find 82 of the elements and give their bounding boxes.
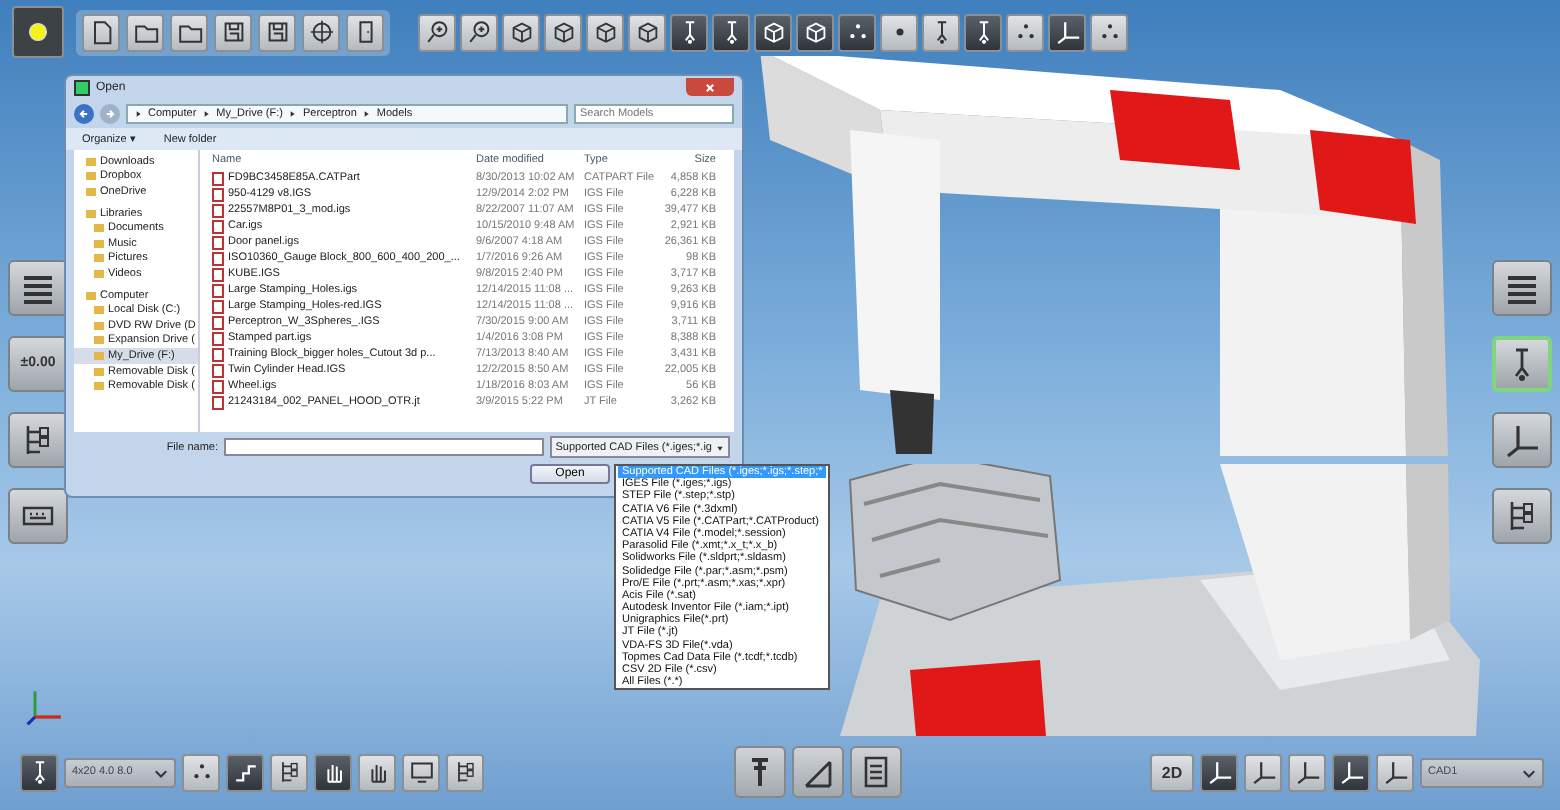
toolbar-button[interactable] [1200,753,1238,791]
side-button[interactable] [1492,487,1552,543]
toolbar-button[interactable] [170,13,208,51]
toolbar-button[interactable] [838,13,876,51]
toolbar-button[interactable] [1244,753,1282,791]
toolbar-button[interactable] [402,753,440,791]
forward-arrow-icon [102,105,118,121]
toolbar-button[interactable] [754,13,792,51]
target-icon [307,18,335,46]
toolbar-button[interactable] [258,13,296,51]
cube-icon [507,18,535,46]
axes-icon [1337,758,1365,786]
toolbar-button[interactable] [791,746,843,798]
toolbar-button[interactable] [964,13,1002,51]
toolbar-button[interactable] [670,13,708,51]
toolbar-button[interactable] [314,753,352,791]
toolbar-button[interactable] [302,13,340,51]
toolbar-button[interactable] [1376,753,1414,791]
toolbar-button[interactable] [733,746,785,798]
chevron-down-icon [1522,765,1536,779]
file-name-field[interactable] [224,438,544,456]
cube-icon [801,18,829,46]
toolbar-button[interactable] [82,13,120,51]
close-button[interactable] [686,78,734,96]
toolbar-button[interactable] [126,13,164,51]
side-button[interactable] [8,259,68,315]
toolbar-button[interactable] [1332,753,1370,791]
side-button[interactable] [1492,411,1552,467]
monitor-icon [407,758,435,786]
toolbar-button[interactable] [182,753,220,791]
cube-icon [591,18,619,46]
axes-icon [1053,18,1081,46]
zoom-icon [465,18,493,46]
toolbar-button[interactable] [226,753,264,791]
toolbar-button[interactable] [796,13,834,51]
toolbar-button[interactable] [460,13,498,51]
toolbar-button[interactable] [586,13,624,51]
toolbar-button[interactable] [270,753,308,791]
toolbar-button[interactable] [20,753,58,791]
circle-icon [24,18,52,46]
close-icon [702,79,718,95]
save-icon [219,18,247,46]
zoom-icon [423,18,451,46]
toolbar-button[interactable] [628,13,666,51]
toolbar-button[interactable] [544,13,582,51]
back-arrow-icon [76,105,92,121]
toolbar-button[interactable] [922,13,960,51]
toolbar-button[interactable] [358,753,396,791]
power-button[interactable] [12,6,64,58]
side-button[interactable] [8,487,68,543]
side-button[interactable] [8,411,68,467]
toolbar-button[interactable] [849,746,901,798]
toolbar-button[interactable] [418,13,456,51]
axes-icon [1249,758,1277,786]
chevron-right-icon [362,109,371,117]
chevron-right-icon [288,109,297,117]
toolbar-button[interactable] [1006,13,1044,51]
cube-icon [633,18,661,46]
cube-icon [759,18,787,46]
toolbar-button[interactable] [712,13,750,51]
axes-icon [1293,758,1321,786]
toolbar-button[interactable] [880,13,918,51]
side-button[interactable] [1492,259,1552,315]
dropdown-arrow-icon [716,443,724,451]
cube-icon [549,18,577,46]
toolbar-button[interactable] [1048,13,1086,51]
chevron-right-icon [202,109,211,117]
toolbar-button[interactable] [1288,753,1326,791]
toolbar-button[interactable] [446,753,484,791]
toolbar-button[interactable] [502,13,540,51]
chevron-down-icon [154,765,168,779]
view-2d-button[interactable]: 2D [1150,753,1194,791]
toolbar-button[interactable] [214,13,252,51]
save-icon [263,18,291,46]
app-icon [74,79,90,95]
axes-icon [1381,758,1409,786]
toolbar-button[interactable] [1090,13,1128,51]
axes-icon [1205,758,1233,786]
side-button[interactable] [1492,335,1552,391]
back-button[interactable] [74,103,94,123]
toolbar-button[interactable] [346,13,384,51]
chevron-right-icon [134,109,142,117]
